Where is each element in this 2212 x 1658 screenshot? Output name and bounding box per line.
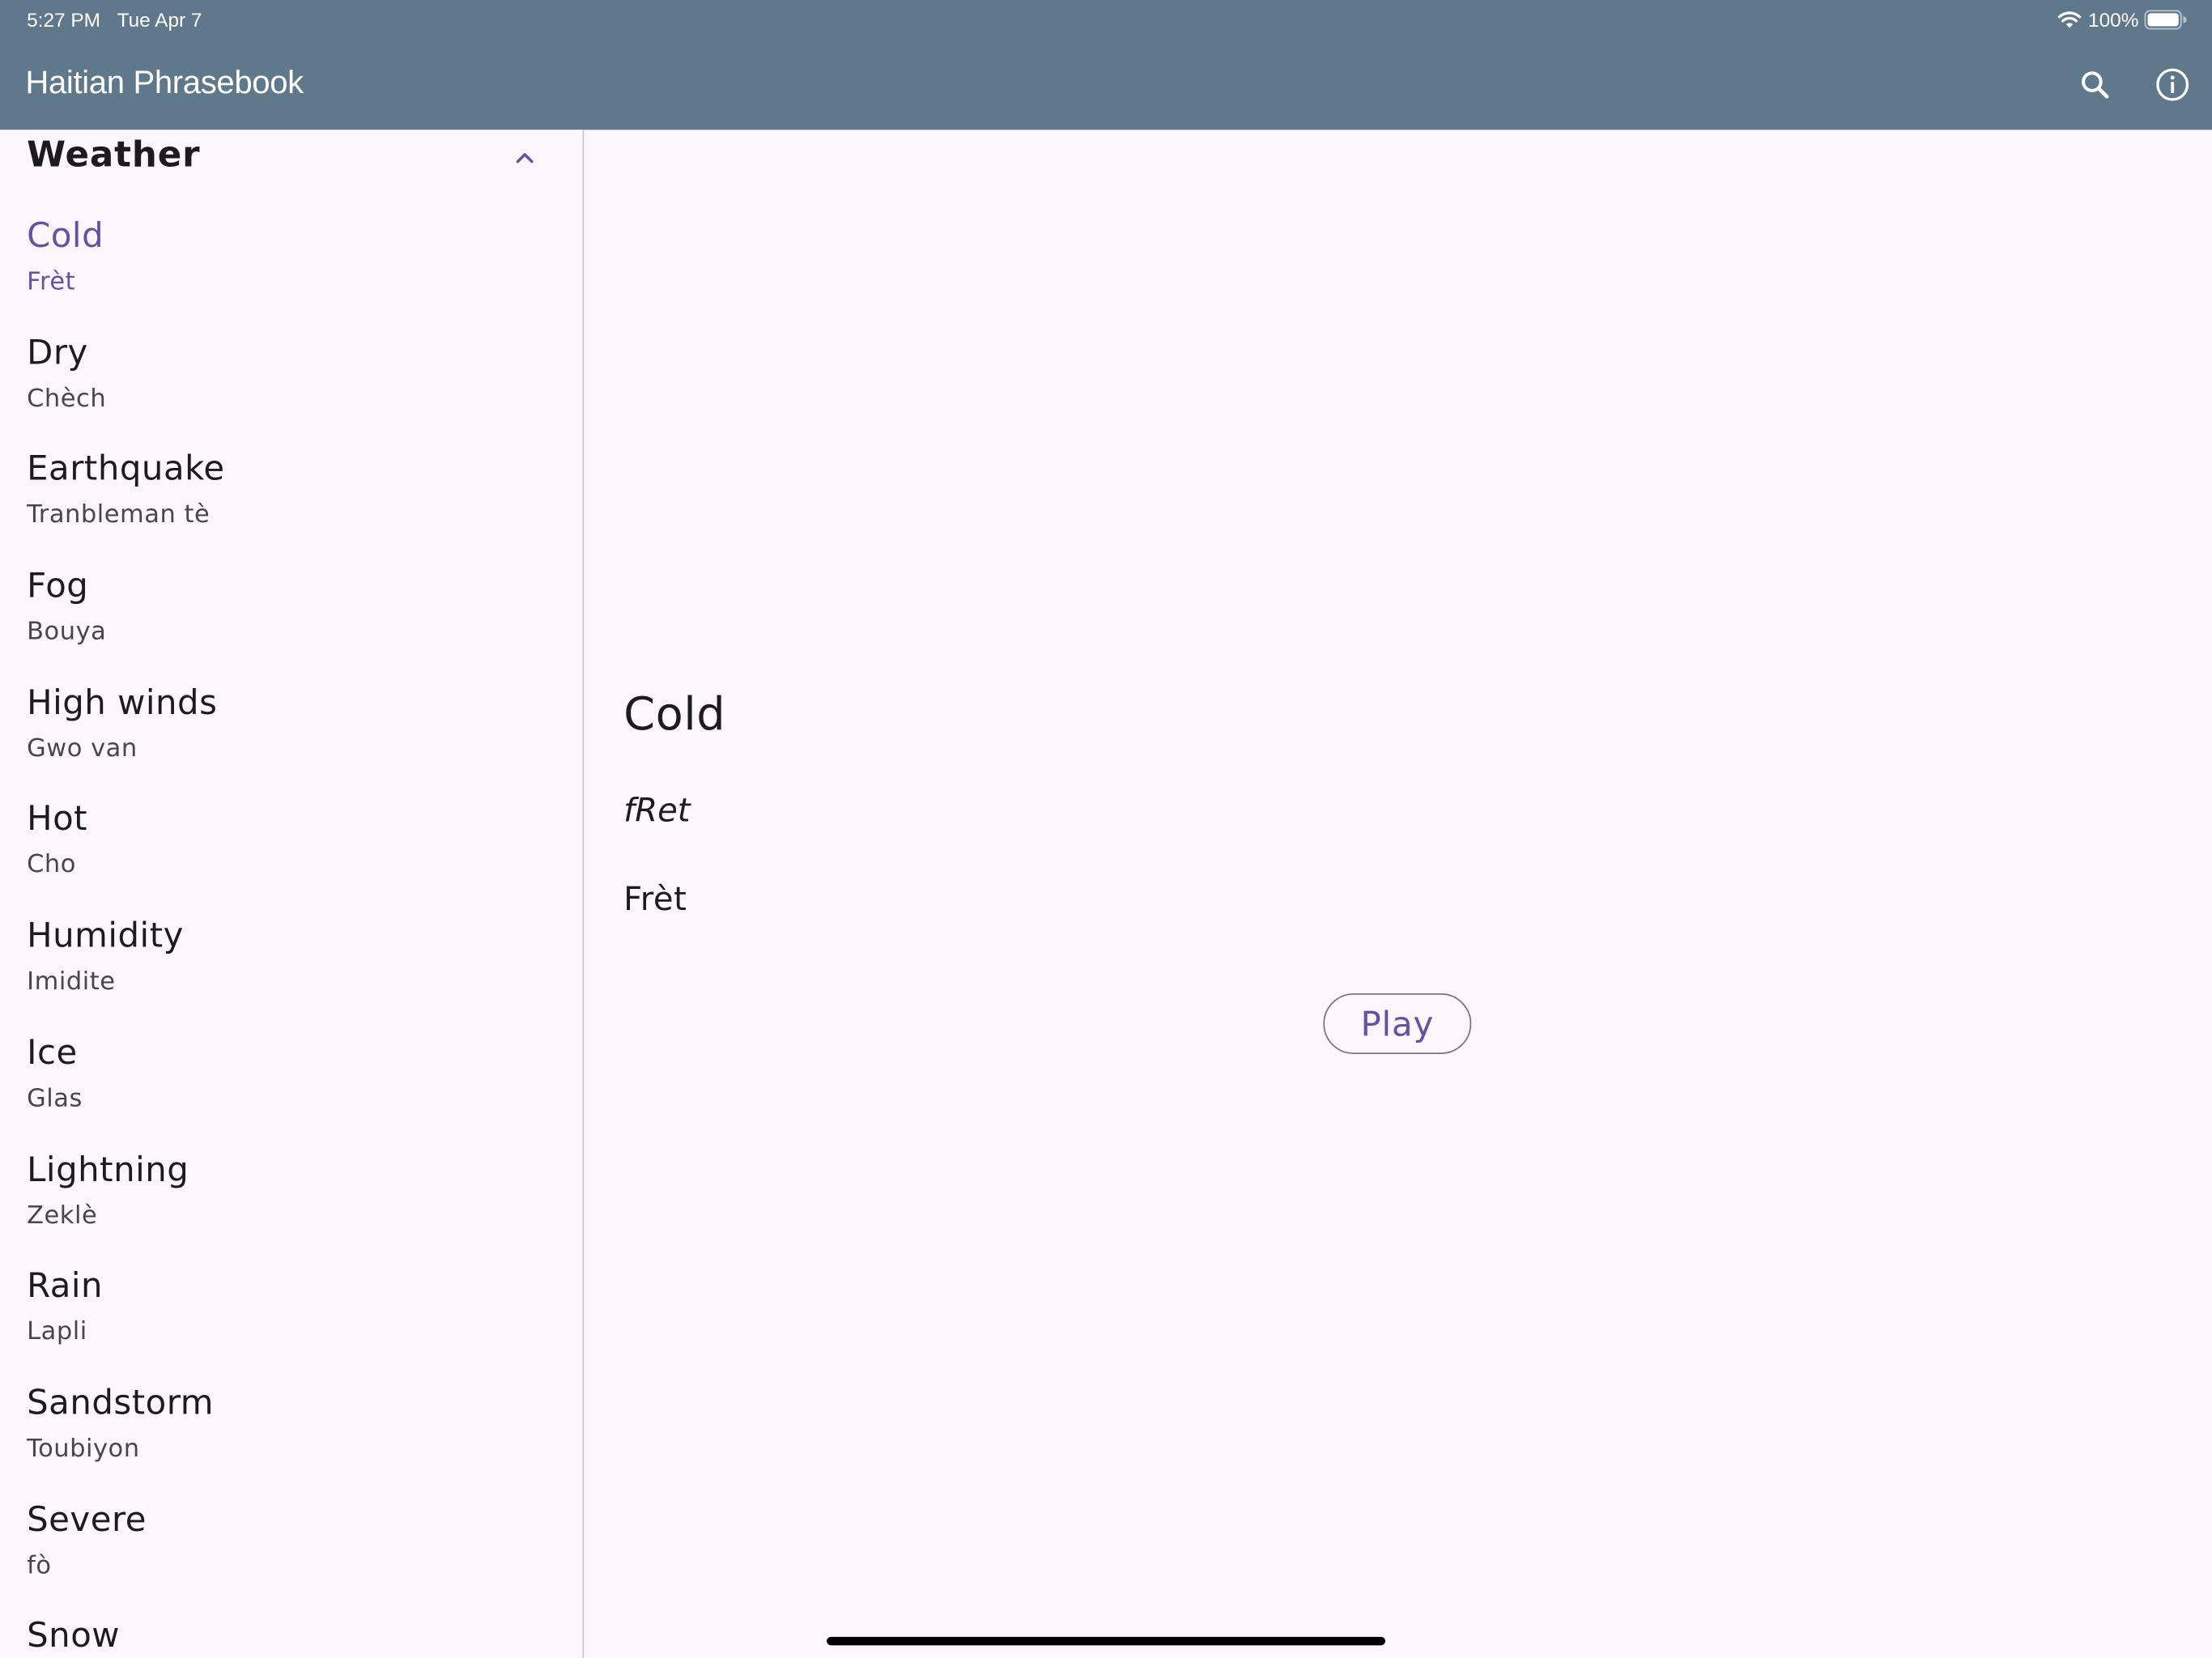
- phrase-english: Earthquake: [27, 449, 225, 489]
- list-item[interactable]: Sandstorm Toubiyon: [0, 1370, 583, 1486]
- list-item[interactable]: Snow: [0, 1603, 583, 1658]
- list-item[interactable]: High winds Gwo van: [0, 670, 583, 786]
- phrase-haitian: Glas: [27, 1085, 83, 1113]
- phrase-english: Lightning: [27, 1149, 189, 1189]
- phrase-english: Hot: [27, 799, 88, 840]
- phrase-haitian: Toubiyon: [27, 1435, 140, 1464]
- battery-icon: [2144, 10, 2187, 30]
- phrase-english: Sandstorm: [27, 1382, 214, 1422]
- phrase-haitian: Imidite: [27, 967, 116, 997]
- phrase-haitian: Bouya: [27, 618, 107, 647]
- phrase-english: Ice: [27, 1032, 78, 1073]
- list-item[interactable]: Dry Chèch: [0, 320, 583, 436]
- phrase-list: Cold Frèt Dry Chèch Earthquake Tranblema…: [0, 203, 583, 1658]
- wifi-icon: [2057, 10, 2082, 29]
- info-icon[interactable]: [2153, 65, 2193, 104]
- phrase-detail: Cold fRet Frèt Play: [585, 130, 2212, 1658]
- phrase-sidebar: Weather Cold Frèt Dry Chèch Earthquake T…: [0, 130, 585, 1658]
- home-indicator: [827, 1636, 1385, 1646]
- phrase-english: Snow: [27, 1616, 121, 1656]
- phrase-haitian: fò: [27, 1551, 52, 1580]
- list-item[interactable]: Ice Glas: [0, 1020, 583, 1137]
- list-item[interactable]: Hot Cho: [0, 787, 583, 903]
- search-icon[interactable]: [2075, 65, 2115, 104]
- phrase-haitian: Lapli: [27, 1318, 87, 1347]
- phrase-english: Dry: [27, 332, 88, 372]
- phrase-haitian: Chèch: [27, 385, 107, 414]
- phrase-english: Severe: [27, 1499, 147, 1539]
- status-date: Tue Apr 7: [117, 8, 202, 32]
- phrase-haitian: Cho: [27, 851, 76, 880]
- list-item[interactable]: Severe fò: [0, 1486, 583, 1603]
- list-item[interactable]: Rain Lapli: [0, 1253, 583, 1370]
- phrase-english: Fog: [27, 566, 89, 606]
- detail-english: Cold: [623, 687, 726, 742]
- status-bar: 5:27 PM Tue Apr 7 100%: [0, 0, 2212, 40]
- phrase-english: Humidity: [27, 916, 184, 956]
- phrase-english: Rain: [27, 1265, 104, 1306]
- list-item[interactable]: Earthquake Tranbleman tè: [0, 436, 583, 553]
- phrase-haitian: Gwo van: [27, 734, 138, 763]
- list-item[interactable]: Humidity Imidite: [0, 903, 583, 1020]
- detail-haitian: Frèt: [623, 882, 687, 919]
- status-time: 5:27 PM: [27, 8, 100, 32]
- section-title: Weather: [27, 134, 201, 176]
- chevron-up-icon[interactable]: [511, 144, 539, 172]
- phrase-haitian: Zeklè: [27, 1201, 98, 1231]
- phrase-english: High winds: [27, 682, 218, 722]
- phrase-haitian: Frèt: [27, 268, 76, 297]
- app-title: Haitian Phrasebook: [25, 63, 304, 100]
- status-indicators: 100%: [2057, 7, 2187, 32]
- detail-phonetic: fRet: [623, 793, 691, 830]
- battery-percent: 100%: [2088, 8, 2139, 32]
- section-header-weather[interactable]: Weather: [0, 130, 583, 186]
- phrase-haitian: Tranbleman tè: [27, 501, 211, 530]
- app-window: 5:27 PM Tue Apr 7 100% Haitian Phraseboo…: [0, 0, 2212, 1658]
- list-item[interactable]: Lightning Zeklè: [0, 1137, 583, 1253]
- app-bar: 5:27 PM Tue Apr 7 100% Haitian Phraseboo…: [0, 0, 2212, 130]
- play-button[interactable]: Play: [1323, 993, 1472, 1055]
- list-item[interactable]: Fog Bouya: [0, 553, 583, 670]
- phrase-english: Cold: [27, 215, 104, 256]
- list-item[interactable]: Cold Frèt: [0, 203, 583, 320]
